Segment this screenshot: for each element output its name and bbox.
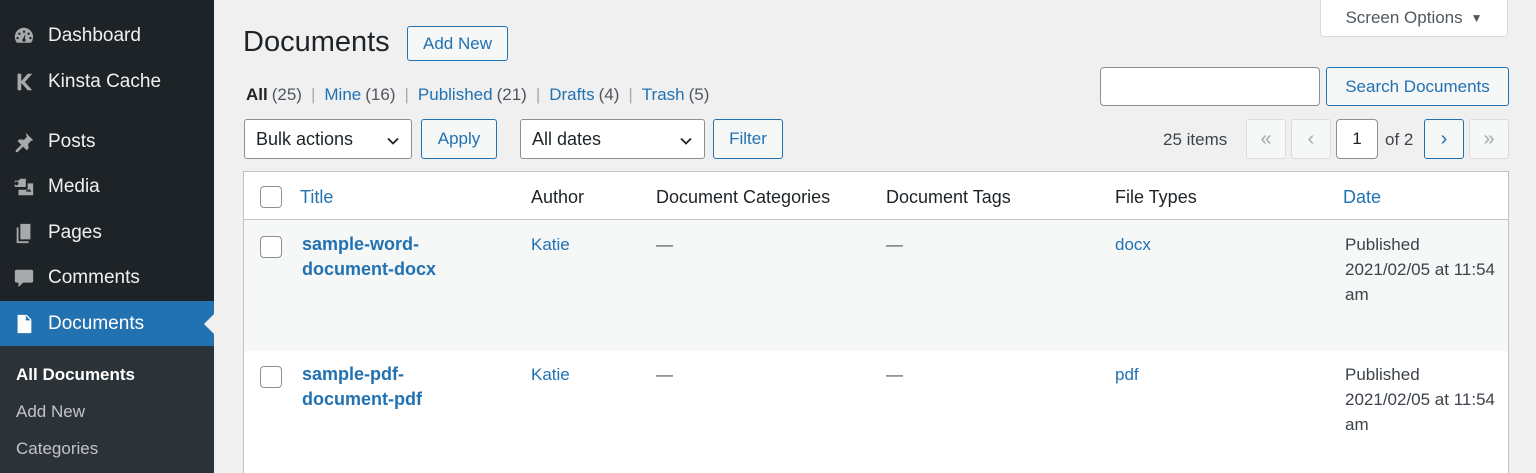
column-file-types: File Types bbox=[1115, 187, 1197, 207]
admin-sidebar: Dashboard Kinsta Cache Posts Media Pages… bbox=[0, 0, 214, 473]
filter-separator: | bbox=[310, 85, 316, 104]
document-title-link[interactable]: sample-word-document-docx bbox=[302, 232, 482, 282]
triangle-down-icon: ▼ bbox=[1470, 11, 1483, 25]
categories-cell: — bbox=[656, 235, 673, 254]
table-row: sample-pdf-document-pdf Katie — — pdf Pu… bbox=[244, 351, 1508, 473]
bulk-actions-select[interactable]: Bulk actions bbox=[244, 119, 412, 159]
author-link[interactable]: Katie bbox=[531, 232, 570, 257]
documents-submenu: All Documents Add New Categories bbox=[0, 346, 214, 473]
search-documents-button[interactable]: Search Documents bbox=[1326, 67, 1509, 106]
column-date[interactable]: Date bbox=[1343, 187, 1381, 208]
page-title: Documents bbox=[243, 26, 390, 58]
sidebar-item-label: Dashboard bbox=[48, 24, 141, 46]
submenu-add-new[interactable]: Add New bbox=[16, 402, 85, 422]
chevron-down-icon bbox=[679, 132, 693, 146]
file-type-link[interactable]: docx bbox=[1115, 232, 1151, 257]
filter-separator: | bbox=[535, 85, 541, 104]
screen-options-label: Screen Options bbox=[1345, 8, 1463, 27]
column-title[interactable]: Title bbox=[300, 187, 333, 208]
apply-button[interactable]: Apply bbox=[421, 119, 497, 159]
filter-trash-count: (5) bbox=[688, 85, 710, 104]
total-pages-label: of 2 bbox=[1385, 130, 1414, 149]
date-filter-select[interactable]: All dates bbox=[520, 119, 705, 159]
search-input[interactable] bbox=[1100, 67, 1320, 106]
sidebar-item-dashboard[interactable]: Dashboard bbox=[0, 13, 214, 58]
date-cell: Published 2021/02/05 at 11:54 am bbox=[1345, 365, 1495, 434]
file-type-link[interactable]: pdf bbox=[1115, 362, 1139, 387]
submenu-categories[interactable]: Categories bbox=[16, 439, 98, 459]
screen-options-button[interactable]: Screen Options ▼ bbox=[1320, 0, 1508, 37]
dashboard-icon bbox=[12, 24, 36, 48]
filter-separator: | bbox=[628, 85, 633, 104]
sidebar-item-documents[interactable]: Documents bbox=[0, 301, 214, 346]
sidebar-item-label: Media bbox=[48, 175, 100, 197]
current-page-input[interactable] bbox=[1336, 119, 1378, 159]
filter-all[interactable]: All bbox=[246, 85, 268, 105]
tags-cell: — bbox=[886, 235, 903, 254]
pin-icon bbox=[12, 130, 36, 154]
filter-published-count: (21) bbox=[496, 85, 527, 104]
column-author: Author bbox=[531, 187, 585, 207]
next-page-button[interactable]: › bbox=[1424, 119, 1464, 159]
filter-published[interactable]: Published bbox=[418, 85, 493, 105]
column-document-tags: Document Tags bbox=[886, 187, 1011, 207]
author-link[interactable]: Katie bbox=[531, 362, 570, 387]
table-row: sample-word-document-docx Katie — — docx… bbox=[244, 220, 1508, 351]
kinsta-icon bbox=[12, 70, 36, 94]
first-page-button: « bbox=[1246, 119, 1286, 159]
filter-drafts[interactable]: Drafts bbox=[549, 85, 594, 105]
sidebar-item-label: Comments bbox=[48, 266, 140, 288]
media-icon bbox=[12, 175, 36, 199]
filter-mine[interactable]: Mine bbox=[324, 85, 361, 105]
date-filter-value: All dates bbox=[532, 128, 602, 149]
pages-icon bbox=[12, 221, 36, 245]
filter-drafts-count: (4) bbox=[598, 85, 620, 104]
last-page-button: » bbox=[1469, 119, 1509, 159]
row-checkbox[interactable] bbox=[260, 236, 282, 258]
date-cell: Published 2021/02/05 at 11:54 am bbox=[1345, 235, 1495, 304]
document-title-link[interactable]: sample-pdf-document-pdf bbox=[302, 362, 482, 412]
comments-icon bbox=[12, 266, 36, 290]
tags-cell: — bbox=[886, 365, 903, 384]
sidebar-item-media[interactable]: Media bbox=[0, 164, 214, 209]
sidebar-item-posts[interactable]: Posts bbox=[0, 119, 214, 164]
row-checkbox[interactable] bbox=[260, 366, 282, 388]
sidebar-item-label: Documents bbox=[48, 312, 145, 334]
bulk-actions-value: Bulk actions bbox=[256, 128, 354, 149]
filter-button[interactable]: Filter bbox=[713, 119, 783, 159]
filter-separator: | bbox=[404, 85, 409, 104]
add-new-button[interactable]: Add New bbox=[407, 26, 508, 61]
select-all-checkbox[interactable] bbox=[260, 186, 282, 208]
document-icon bbox=[12, 312, 36, 336]
table-header: Title Author Document Categories Documen… bbox=[244, 172, 1508, 220]
column-document-categories: Document Categories bbox=[656, 187, 831, 207]
filter-mine-count: (16) bbox=[365, 85, 396, 104]
sidebar-item-pages[interactable]: Pages bbox=[0, 210, 214, 255]
submenu-all-documents[interactable]: All Documents bbox=[16, 365, 135, 385]
sidebar-item-kinsta-cache[interactable]: Kinsta Cache bbox=[0, 59, 214, 104]
items-count: 25 items bbox=[1163, 130, 1228, 149]
chevron-down-icon bbox=[386, 132, 400, 146]
sidebar-item-label: Kinsta Cache bbox=[48, 70, 162, 92]
documents-table: Title Author Document Categories Documen… bbox=[243, 171, 1509, 473]
filter-trash[interactable]: Trash bbox=[642, 85, 685, 105]
sidebar-item-label: Posts bbox=[48, 130, 96, 152]
sidebar-item-comments[interactable]: Comments bbox=[0, 255, 214, 300]
previous-page-button: ‹ bbox=[1291, 119, 1331, 159]
categories-cell: — bbox=[656, 365, 673, 384]
status-filter-links: All (25) | Mine (16) | Published (21) | … bbox=[246, 85, 709, 105]
sidebar-item-label: Pages bbox=[48, 221, 102, 243]
filter-all-count: (25) bbox=[271, 85, 302, 104]
